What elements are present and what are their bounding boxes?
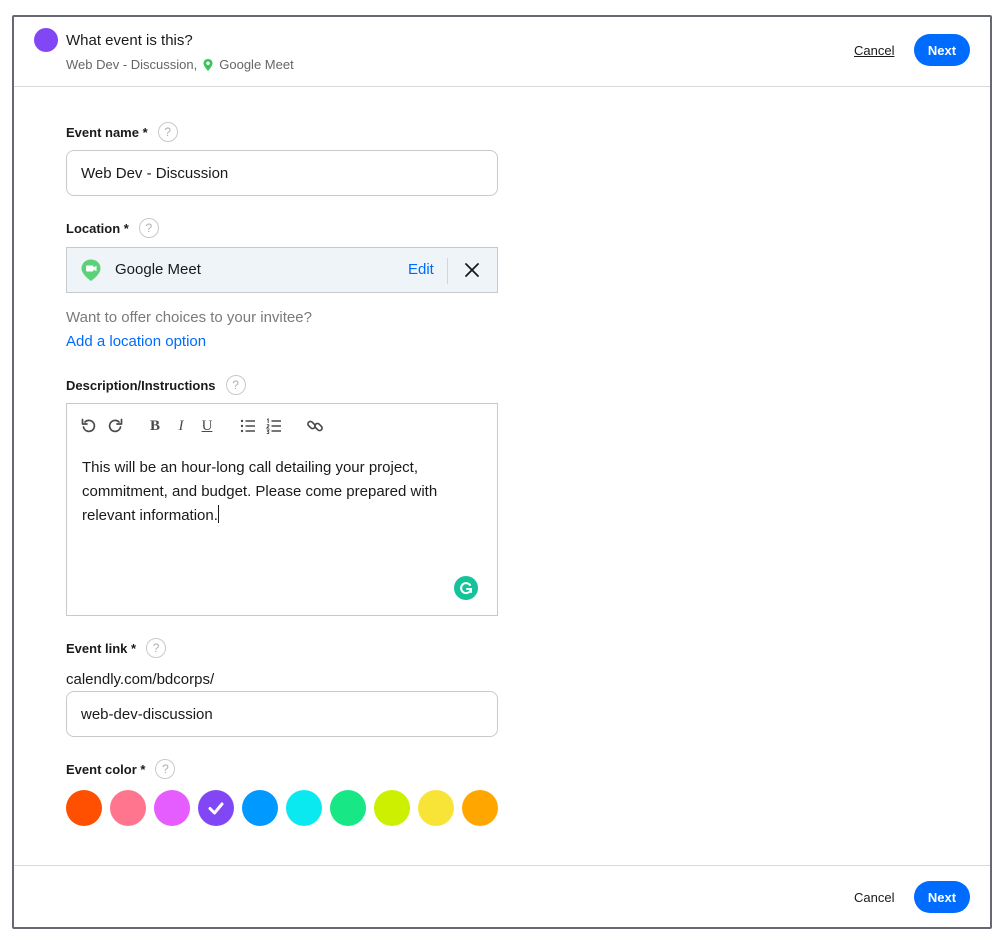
event-color-label-text: Event color * [66,761,146,777]
help-icon[interactable]: ? [157,122,178,142]
event-link-label: Event link * ? [66,638,167,658]
cancel-button[interactable]: Cancel [854,43,894,58]
grammarly-icon[interactable] [454,576,478,600]
subtitle-event-name: Web Dev - Discussion, [66,57,198,72]
footer-next-button[interactable]: Next [914,881,970,913]
event-name-label: Event name * ? [66,122,178,142]
color-swatches [66,790,498,826]
panel-title: What event is this? [66,32,193,49]
remove-location-close-icon[interactable] [462,260,482,280]
color-swatch[interactable] [110,790,146,826]
color-swatch[interactable] [374,790,410,826]
bullet-list-icon[interactable] [238,416,258,436]
footer-divider [14,865,990,866]
description-text[interactable]: This will be an hour-long call detailing… [82,456,482,528]
panel-subtitle: Web Dev - Discussion, Google Meet [66,57,294,72]
subtitle-location: Google Meet [219,57,294,72]
description-label-text: Description/Instructions [66,377,216,393]
location-label-text: Location * [66,220,129,236]
event-link-label-text: Event link * [66,640,137,656]
event-color-dot [34,28,58,52]
description-editor[interactable]: B I U This will be an hour-long call det… [66,403,498,616]
numbered-list-icon[interactable] [264,416,284,436]
color-swatch[interactable] [418,790,454,826]
undo-icon[interactable] [79,416,99,436]
location-divider [447,258,448,284]
event-name-label-text: Event name * [66,124,148,140]
footer-cancel-button[interactable]: Cancel [854,890,894,905]
google-meet-icon [81,259,101,281]
description-content: This will be an hour-long call detailing… [82,459,438,524]
location-pin-icon [203,58,213,71]
location-hint: Want to offer choices to your invitee? [66,309,312,326]
event-link-input[interactable]: web-dev-discussion [66,691,498,737]
event-setup-panel: What event is this? Web Dev - Discussion… [12,15,992,929]
help-icon[interactable]: ? [146,638,167,658]
italic-button[interactable]: I [171,416,191,436]
help-icon[interactable]: ? [225,375,246,395]
location-selected-box: Google Meet Edit [66,247,498,293]
color-swatch[interactable] [242,790,278,826]
color-swatch[interactable] [462,790,498,826]
color-swatch[interactable] [198,790,234,826]
panel-header: What event is this? Web Dev - Discussion… [14,17,990,87]
event-link-prefix: calendly.com/bdcorps/ [66,671,215,688]
event-name-input[interactable]: Web Dev - Discussion [66,150,498,196]
description-label: Description/Instructions ? [66,375,246,395]
checkmark-icon [208,802,224,815]
underline-button[interactable]: U [197,416,217,436]
color-swatch[interactable] [154,790,190,826]
grammarly-g-icon [460,582,473,595]
color-swatch[interactable] [286,790,322,826]
location-label: Location * ? [66,218,159,238]
location-name: Google Meet [115,261,201,278]
add-location-option-link[interactable]: Add a location option [66,333,206,350]
color-swatch[interactable] [66,790,102,826]
link-icon[interactable] [305,416,325,436]
help-icon[interactable]: ? [138,218,159,238]
color-swatch[interactable] [330,790,366,826]
help-icon[interactable]: ? [155,759,176,779]
bold-button[interactable]: B [145,416,165,436]
location-edit-link[interactable]: Edit [408,261,434,278]
next-button[interactable]: Next [914,34,970,66]
redo-icon[interactable] [105,416,125,436]
text-caret [217,505,219,523]
event-color-label: Event color * ? [66,759,176,779]
